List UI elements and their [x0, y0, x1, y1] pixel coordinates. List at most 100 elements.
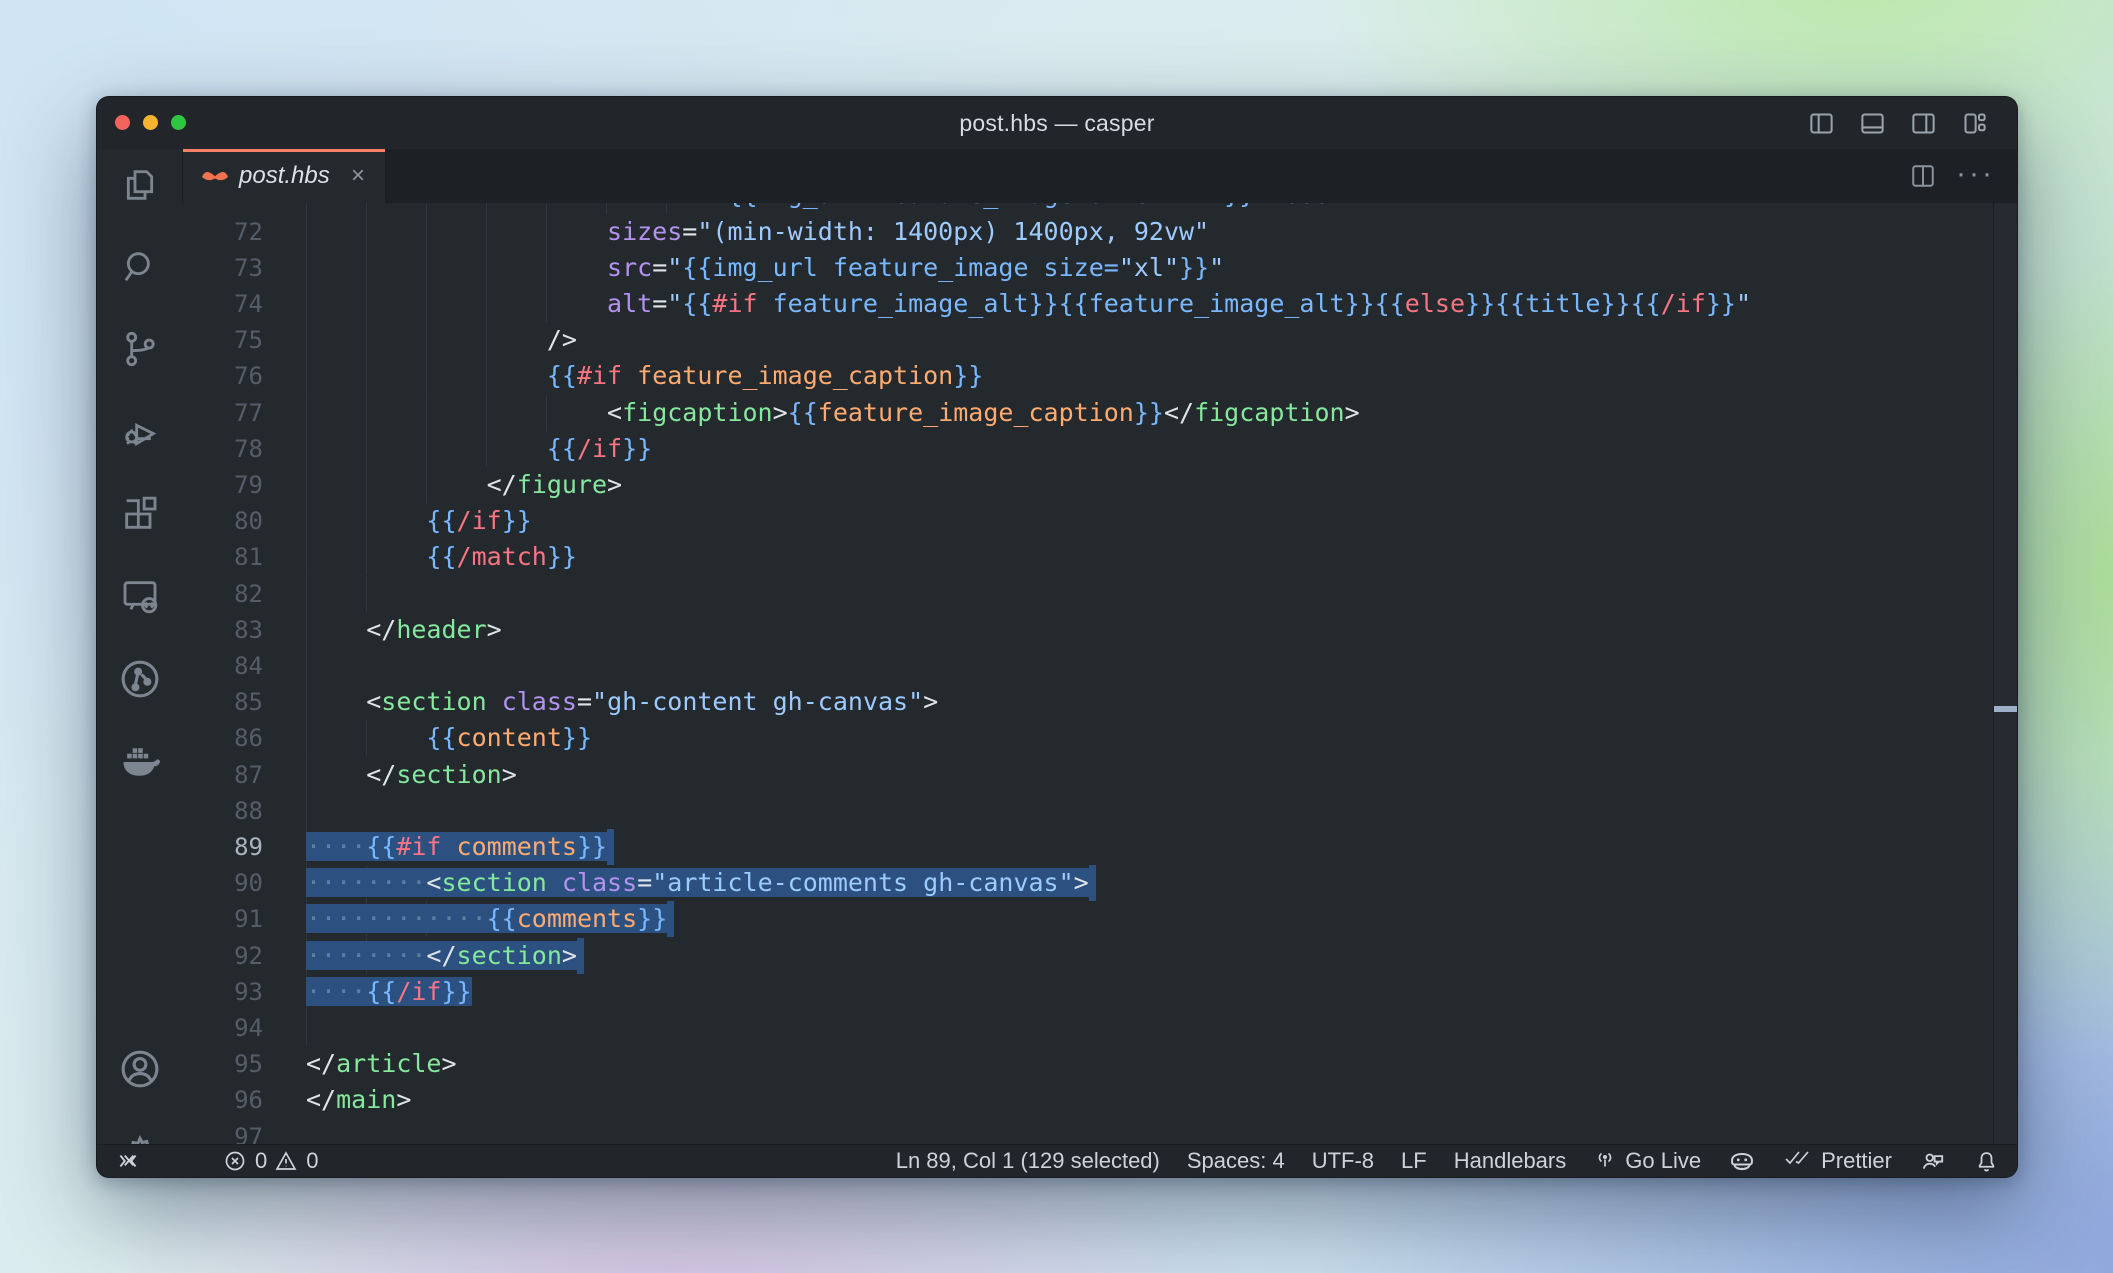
code-lines[interactable]: {{img_url feature_image size="xl"}} 2000… — [306, 203, 1994, 1145]
line-number: 89 — [234, 829, 263, 865]
activity-bar: 1 — [97, 149, 183, 1145]
line-number: 92 — [234, 938, 263, 974]
editor[interactable]: 7172737475767778798081828384858687888990… — [182, 203, 1994, 1145]
go-live-button[interactable]: Go Live — [1593, 1146, 1701, 1176]
code-line[interactable]: </figure> — [306, 467, 1994, 503]
status-bar: 0 0 Ln 89, Col 1 (129 selected) Spaces: … — [97, 1144, 2017, 1177]
explorer-icon[interactable] — [97, 157, 182, 213]
code-line[interactable] — [306, 648, 1994, 684]
code-line[interactable]: </header> — [306, 612, 1994, 648]
code-line[interactable]: {{/match}} — [306, 539, 1994, 575]
line-number: 72 — [234, 214, 263, 250]
vscode-window: post.hbs — casper post.hbs × — [96, 96, 2018, 1178]
handlebars-mustache-icon — [201, 168, 229, 184]
line-number: 90 — [234, 865, 263, 901]
indent-guide — [306, 576, 307, 612]
code-line[interactable]: ········<section class="article-comments… — [306, 865, 1994, 901]
code-line[interactable] — [306, 1119, 1994, 1146]
warnings-indicator[interactable]: 0 — [274, 1148, 318, 1174]
remote-explorer-icon[interactable] — [97, 568, 182, 624]
line-number: 97 — [234, 1119, 263, 1146]
code-line[interactable]: <figcaption>{{feature_image_caption}}</f… — [306, 395, 1994, 431]
window-title: post.hbs — casper — [97, 97, 2017, 149]
code-line[interactable]: ········</section> — [306, 938, 1994, 974]
accounts-icon[interactable] — [97, 1041, 182, 1097]
feedback-icon[interactable] — [1919, 1148, 1947, 1174]
remote-indicator-icon[interactable] — [115, 1148, 141, 1174]
extensions-icon[interactable] — [97, 486, 182, 542]
warnings-count: 0 — [306, 1148, 318, 1174]
line-number: 95 — [234, 1046, 263, 1082]
customize-layout-icon[interactable] — [1957, 106, 1991, 140]
code-line[interactable]: </main> — [306, 1082, 1994, 1118]
indentation-setting[interactable]: Spaces: 4 — [1187, 1148, 1285, 1174]
line-number: 87 — [234, 757, 263, 793]
toggle-panel-icon[interactable] — [1855, 106, 1889, 140]
code-line[interactable]: ····{{/if}} — [306, 974, 1994, 1010]
encoding-setting[interactable]: UTF-8 — [1312, 1148, 1374, 1174]
code-line[interactable]: <section class="gh-content gh-canvas"> — [306, 684, 1994, 720]
code-line[interactable]: {{content}} — [306, 720, 1994, 756]
broadcast-icon — [1593, 1146, 1617, 1176]
eol-setting[interactable]: LF — [1401, 1148, 1427, 1174]
notifications-bell-icon[interactable] — [1974, 1149, 1999, 1174]
line-number: 85 — [234, 684, 263, 720]
gutter-numbers: 7172737475767778798081828384858687888990… — [182, 203, 263, 1145]
code-line[interactable]: {{/if}} — [306, 503, 1994, 539]
line-number: 71 — [234, 203, 263, 214]
toggle-primary-sidebar-icon[interactable] — [1804, 106, 1838, 140]
errors-count: 0 — [255, 1148, 267, 1174]
line-number: 73 — [234, 250, 263, 286]
code-line[interactable] — [306, 793, 1994, 829]
search-icon[interactable] — [97, 239, 182, 295]
more-actions-icon[interactable]: ··· — [1956, 159, 1995, 193]
code-line[interactable]: {{/if}} — [306, 431, 1994, 467]
code-line[interactable]: alt="{{#if feature_image_alt}}{{feature_… — [306, 286, 1994, 322]
line-number: 78 — [234, 431, 263, 467]
code-line[interactable]: ····{{#if comments}} — [306, 829, 1994, 865]
errors-indicator[interactable]: 0 — [223, 1148, 267, 1174]
line-number: 80 — [234, 503, 263, 539]
git-graph-icon[interactable] — [97, 651, 182, 707]
tab-close-icon[interactable]: × — [345, 164, 371, 188]
split-editor-icon[interactable] — [1906, 159, 1940, 193]
overview-cursor-mark — [1994, 706, 2017, 712]
docker-icon[interactable] — [97, 734, 182, 790]
code-line[interactable]: /> — [306, 322, 1994, 358]
overview-ruler[interactable] — [1993, 203, 2017, 1145]
line-number: 94 — [234, 1010, 263, 1046]
run-and-debug-icon[interactable] — [97, 404, 182, 460]
line-number: 79 — [234, 467, 263, 503]
code-line[interactable]: </article> — [306, 1046, 1994, 1082]
tab-post-hbs[interactable]: post.hbs × — [183, 149, 386, 203]
code-line[interactable]: sizes="(min-width: 1400px) 1400px, 92vw" — [306, 214, 1994, 250]
code-line[interactable]: ············{{comments}} — [306, 901, 1994, 937]
language-mode[interactable]: Handlebars — [1454, 1148, 1567, 1174]
line-number: 74 — [234, 286, 263, 322]
indent-guide — [306, 793, 307, 829]
title-bar: post.hbs — casper — [97, 97, 2017, 149]
source-control-icon[interactable] — [97, 321, 182, 377]
line-number: 93 — [234, 974, 263, 1010]
line-number: 84 — [234, 648, 263, 684]
double-check-icon — [1783, 1146, 1813, 1176]
line-number: 75 — [234, 322, 263, 358]
toggle-secondary-sidebar-icon[interactable] — [1906, 106, 1940, 140]
code-line[interactable]: {{img_url feature_image size="xl"}} 2000… — [306, 203, 1994, 214]
line-number: 88 — [234, 793, 263, 829]
prettier-status[interactable]: Prettier — [1783, 1146, 1892, 1176]
line-number: 86 — [234, 720, 263, 756]
tab-bar: post.hbs × ··· — [182, 149, 2017, 204]
indent-guide — [306, 648, 307, 684]
copilot-icon[interactable] — [1728, 1147, 1756, 1175]
code-line[interactable]: </section> — [306, 757, 1994, 793]
code-line[interactable]: {{#if feature_image_caption}} — [306, 358, 1994, 394]
line-number: 91 — [234, 901, 263, 937]
code-line[interactable]: src="{{img_url feature_image size="xl"}}… — [306, 250, 1994, 286]
line-number: 83 — [234, 612, 263, 648]
indent-guide — [366, 576, 367, 612]
cursor-position[interactable]: Ln 89, Col 1 (129 selected) — [896, 1148, 1160, 1174]
line-number: 82 — [234, 576, 263, 612]
code-line[interactable] — [306, 576, 1994, 612]
code-line[interactable] — [306, 1010, 1994, 1046]
